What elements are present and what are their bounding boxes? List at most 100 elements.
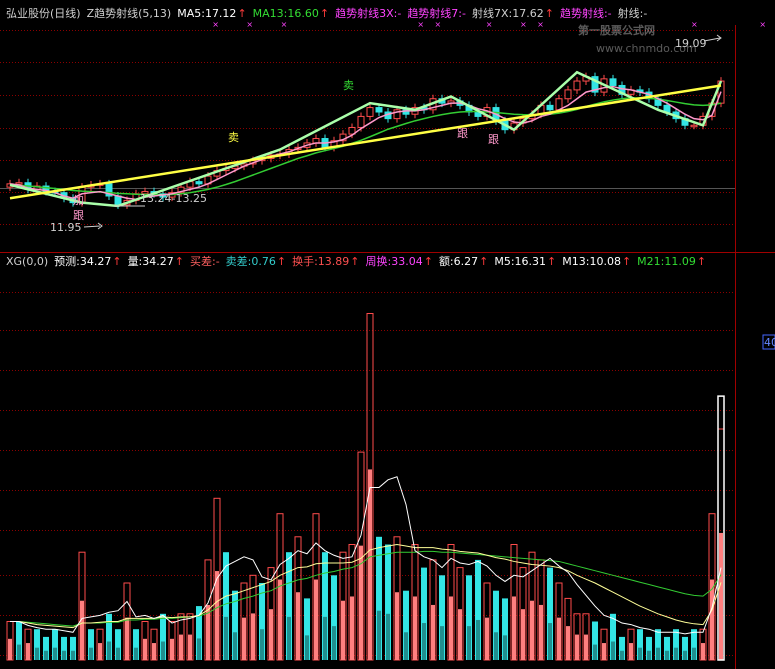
volume-bar-inner <box>233 632 237 660</box>
volume-indicator-legend: XG(0,0) 预测:34.27↑ 量:34.27↑ 买差:- 卖差:0.76↑ 换手:1… <box>6 254 706 268</box>
sell-marker-2: 卖 <box>343 79 354 92</box>
vol-legend-item-9: ↑ <box>350 255 359 268</box>
volume-bar-fill <box>152 643 156 660</box>
volume-bar-fill <box>350 596 354 660</box>
volume-bar-inner <box>287 616 291 660</box>
vol-legend-item-0: XG(0,0) <box>6 255 48 268</box>
signal-x-marker: × <box>246 20 253 29</box>
price-legend-item-9: ↑ <box>545 7 554 20</box>
volume-bar-fill <box>449 596 453 660</box>
vol-legend-item-17: ↑ <box>622 255 631 268</box>
vol-legend-item-16: M13:10.08 <box>562 255 621 268</box>
vol-legend-item-19: ↑ <box>697 255 706 268</box>
volume-bar-inner <box>305 635 309 660</box>
price-indicator-legend: 弘业股份(日线) Z趋势射线(5,13) MA5:17.12↑ MA13:16.60↑… <box>6 6 647 20</box>
vol-legend-item-14: M5:16.31 <box>494 255 546 268</box>
volume-bar-fill <box>179 634 183 660</box>
low-price-label: 11.95 <box>50 221 82 234</box>
volume-bar-inner <box>548 623 552 660</box>
volume-bar-fill <box>341 600 345 660</box>
volume-bar-inner <box>494 632 498 660</box>
volume-bar-fill <box>557 617 561 660</box>
low-price-arrow <box>83 225 101 228</box>
price-legend-item-2: MA5:17.12 <box>177 7 236 20</box>
volume-bar-inner <box>71 650 75 660</box>
volume-bar-inner <box>35 647 39 660</box>
chart-canvas[interactable]: 卖 卖 加 跟 跟 跟 11.95 13.24-13.25 19.09 40 弘… <box>0 0 775 669</box>
follow-marker-2: 跟 <box>457 127 468 140</box>
price-legend-item-1: Z趋势射线(5,13) <box>87 6 172 20</box>
volume-bar-fill <box>215 571 219 660</box>
volume-bar-inner <box>638 647 642 660</box>
signal-x-marker: × <box>281 20 288 29</box>
signal-x-marker: × <box>759 20 766 29</box>
vol-legend-item-2: ↑ <box>112 255 121 268</box>
vol-legend-item-13: ↑ <box>479 255 488 268</box>
vol-legend-item-11: ↑ <box>424 255 433 268</box>
candle-body <box>546 104 554 111</box>
volume-bar-fill <box>395 592 399 660</box>
watermark-url: www.chnmdo.com <box>596 42 697 55</box>
signal-markers-row: × × × × × × × × × × <box>212 20 766 29</box>
volume-bar-inner <box>665 650 669 660</box>
vol-legend-item-18: M21:11.09 <box>637 255 696 268</box>
price-legend-item-5: ↑ <box>320 7 329 20</box>
volume-bar-fill <box>98 643 102 660</box>
signal-x-marker: × <box>520 20 527 29</box>
volume-bar-fill <box>485 617 489 660</box>
candle-body <box>357 115 365 128</box>
volume-bar-inner <box>611 641 615 660</box>
signal-x-marker: × <box>691 20 698 29</box>
price-legend-item-11: 射线:- <box>618 6 648 20</box>
vol-legend-item-12: 额:6.27 <box>439 255 478 268</box>
volume-bar-fill <box>413 596 417 660</box>
vol-legend-item-3: 量:34.27 <box>128 255 174 268</box>
follow-marker-3: 跟 <box>488 133 499 146</box>
volume-panel <box>6 313 725 661</box>
volume-bar-fill <box>125 617 129 660</box>
volume-bar-fill <box>368 469 372 660</box>
candle-body <box>573 80 581 91</box>
volume-bar-inner <box>107 641 111 660</box>
candle-body <box>375 107 383 113</box>
volume-bar-inner <box>53 647 57 660</box>
volume-bar-fill <box>80 600 84 660</box>
volume-bar-inner <box>44 650 48 660</box>
volume-bar-inner <box>593 644 597 660</box>
volume-bar-fill <box>269 609 273 660</box>
volume-bar-inner <box>161 641 165 660</box>
volume-bar-fill <box>8 638 12 660</box>
vol-legend-item-4: ↑ <box>175 255 184 268</box>
signal-x-marker: × <box>435 20 442 29</box>
candle-body <box>564 89 572 100</box>
price-legend-item-7: 趋势射线7:- <box>407 6 466 20</box>
vol-legend-item-5: 买差:- <box>190 254 220 268</box>
volume-bar-inner <box>323 616 327 660</box>
volume-bar-fill <box>431 604 435 660</box>
volume-bar-inner <box>656 647 660 660</box>
volume-bar-fill <box>566 626 570 660</box>
volume-bar-inner <box>197 638 201 660</box>
volume-bar-fill <box>188 634 192 660</box>
candle-body <box>690 124 698 128</box>
volume-bar-inner <box>386 613 390 660</box>
volume-bar-inner <box>422 623 426 660</box>
volume-bar-inner <box>404 632 408 660</box>
vol-legend-item-7: ↑ <box>277 255 286 268</box>
volume-bar-fill <box>26 643 30 660</box>
volume-bar-fill <box>296 592 300 660</box>
volume-bar-fill <box>512 596 516 660</box>
volume-bar-fill <box>278 579 282 660</box>
price-legend-item-8: 射线7X:17.62 <box>472 6 544 20</box>
volume-bar-fill <box>530 600 534 660</box>
volume-bar-fill <box>575 634 579 660</box>
volume-bar-inner <box>377 610 381 660</box>
volume-bar-fill <box>539 604 543 660</box>
volume-bar-inner <box>17 644 21 660</box>
volume-bar-fill <box>251 613 255 660</box>
volume-bar-inner <box>62 650 66 660</box>
price-legend-item-4: MA13:16.60 <box>253 7 319 20</box>
volume-bar-inner <box>620 650 624 660</box>
volume-bar-fill <box>521 609 525 660</box>
sell-marker-1: 卖 <box>228 131 239 144</box>
